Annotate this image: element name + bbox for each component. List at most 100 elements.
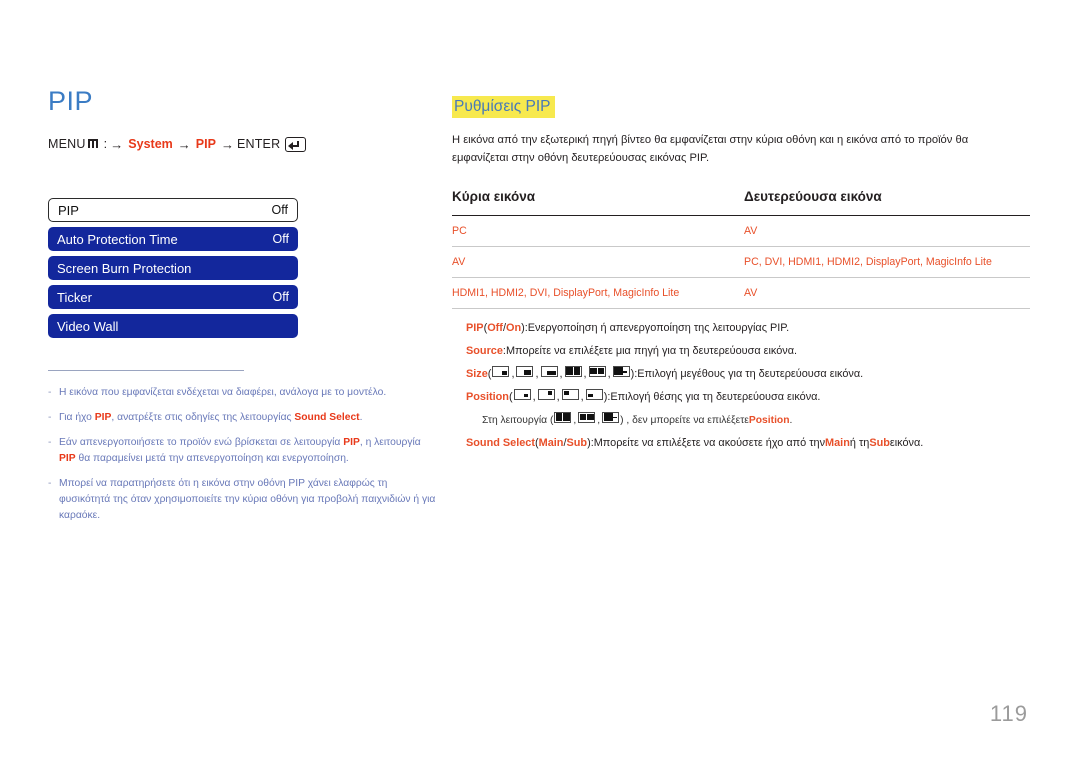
osd-row-value: Off: [271, 202, 288, 217]
breadcrumb-arrow-1: →: [110, 137, 124, 152]
spec-punct: ):: [587, 436, 594, 449]
table-cell-sub: PC, DVI, HDMI1, HDMI2, DisplayPort, Magi…: [744, 246, 1030, 279]
spec-name-pip: PIP: [466, 322, 484, 335]
spec-item-sound-select: Sound Select (Main / Sub): Μπορείτε να ε…: [466, 435, 1030, 452]
footnote-part: .: [359, 411, 363, 423]
spec-punct: (: [487, 367, 492, 380]
osd-menu-panel: PIP Off Auto Protection Time Off Screen …: [48, 198, 298, 338]
breadcrumb-step-system: System: [128, 137, 173, 152]
osd-row-label: Video Wall: [57, 318, 119, 334]
osd-row-value: Off: [272, 231, 289, 246]
spec-item-source: Source: Μπορείτε να επιλέξετε μια πηγή γ…: [466, 343, 1030, 360]
table-header-main-picture: Κύρια εικόνα: [452, 189, 744, 217]
osd-row-label: Ticker: [57, 289, 92, 305]
table-cell-main: PC: [452, 215, 744, 248]
table-cell-main: HDMI1, HDMI2, DVI, DisplayPort, MagicInf…: [452, 277, 744, 310]
footnote-text: Μπορεί να παρατηρήσετε ότι η εικόνα στην…: [59, 476, 440, 524]
pip-size-split-wide-icon: [588, 365, 606, 377]
pip-size-medium-icon: [516, 365, 534, 377]
footnote-text: Εάν απενεργοποιήσετε το προϊόν ενώ βρίσκ…: [59, 435, 440, 467]
osd-row-video-wall[interactable]: Video Wall: [48, 314, 298, 338]
spec-desc-part: εικόνα.: [889, 436, 924, 449]
footnote-item: - Εάν απενεργοποιήσετε το προϊόν ενώ βρί…: [48, 435, 440, 467]
spec-punct: ):: [630, 367, 638, 380]
spec-note-prefix: Στη λειτουργία (: [482, 414, 554, 426]
footnote-item: - Μπορεί να παρατηρήσετε ότι η εικόνα στ…: [48, 476, 440, 524]
footnote-dash: -: [48, 411, 52, 423]
spec-name-size: Size: [466, 367, 488, 380]
footnote-part: , ανατρέξτε στις οδηγίες της λειτουργίας: [111, 411, 295, 423]
source-combination-table: Κύρια εικόνα Δευτερεύουσα εικόνα PC AV A…: [452, 189, 1030, 310]
pip-settings-list: PIP (Off / On): Ενεργοποίηση ή απενεργοπ…: [452, 320, 1030, 451]
footnote-highlight-pip: PIP: [343, 436, 360, 448]
osd-row-label: PIP: [58, 202, 79, 218]
osd-row-auto-protection-time[interactable]: Auto Protection Time Off: [48, 227, 298, 251]
spec-note-middle: ) , δεν μπορείτε να επιλέξετε: [620, 414, 749, 426]
breadcrumb-step-pip: PIP: [195, 137, 216, 152]
footnote-dash: -: [48, 436, 52, 448]
spec-desc-sound-select: Μπορείτε να επιλέξετε να ακούσετε ήχο απ…: [593, 436, 826, 449]
osd-row-screen-burn-protection[interactable]: Screen Burn Protection: [48, 256, 298, 280]
footnote-highlight-pip: PIP: [94, 411, 112, 423]
footnote-part: θα παραμείνει μετά την απενεργοποίηση κα…: [75, 452, 349, 464]
table-header-row: Κύρια εικόνα Δευτερεύουσα εικόνα: [452, 189, 1030, 217]
footnote-item: - Για ήχο PIP, ανατρέξτε στις οδηγίες τη…: [48, 410, 440, 426]
pip-size-pbp-icon: [612, 365, 630, 377]
footnote-part: Εάν απενεργοποιήσετε το προϊόν ενώ βρίσκ…: [59, 436, 344, 448]
spec-desc-pip: Ενεργοποίηση ή απενεργοποίηση της λειτου…: [527, 322, 790, 335]
spec-punct: (: [508, 390, 513, 403]
spec-desc-position: Επιλογή θέσης για τη δευτερεύουσα εικόνα…: [610, 390, 821, 403]
spec-option-main: Main: [538, 436, 564, 449]
spec-desc-source: Μπορείτε να επιλέξετε μια πηγή για τη δε…: [505, 344, 798, 357]
table-cell-sub: AV: [744, 215, 1030, 248]
osd-row-ticker[interactable]: Ticker Off: [48, 285, 298, 309]
pip-position-bottom-right-icon: [513, 388, 531, 400]
enter-return-icon: [285, 137, 307, 152]
breadcrumb-arrow-3: →: [220, 137, 234, 152]
spec-name-position: Position: [466, 390, 509, 403]
table-row: AV PC, DVI, HDMI1, HDMI2, DisplayPort, M…: [452, 246, 1030, 279]
spec-name-sound-select: Sound Select: [466, 436, 535, 449]
footnote-dash: -: [48, 477, 52, 489]
spec-note-position-ref: Position: [748, 414, 790, 426]
spec-name-source: Source: [466, 344, 503, 357]
breadcrumb-menu-label: MENU: [48, 137, 86, 152]
footnote-part: Για ήχο: [59, 411, 95, 423]
spec-option-off: Off: [487, 322, 503, 335]
osd-row-value: Off: [272, 289, 289, 304]
spec-ref-main: Main: [825, 436, 850, 449]
spec-punct: .: [789, 414, 793, 426]
osd-row-pip[interactable]: PIP Off: [48, 198, 298, 222]
spec-desc-part: ή τη: [849, 436, 870, 449]
page-number: 119: [989, 701, 1028, 726]
pip-position-bottom-left-icon: [585, 388, 603, 400]
spec-ref-sub: Sub: [869, 436, 890, 449]
pip-size-split-wide-icon: [578, 411, 596, 423]
left-column: PIP MENU : → System → PIP → ENTER PIP Of…: [48, 88, 440, 533]
footnote-part: , η λειτουργία: [359, 436, 421, 448]
spec-item-pip: PIP (Off / On): Ενεργοποίηση ή απενεργοπ…: [466, 320, 1030, 337]
table-row: PC AV: [452, 215, 1030, 248]
table-row: HDMI1, HDMI2, DVI, DisplayPort, MagicInf…: [452, 277, 1030, 310]
menu-keypad-icon: [87, 139, 101, 150]
spec-option-sub: Sub: [566, 436, 588, 449]
pip-size-pbp-icon: [602, 411, 620, 423]
right-column: Ρυθμίσεις PIP Η εικόνα από την εξωτερική…: [452, 96, 1030, 458]
breadcrumb: MENU : → System → PIP → ENTER: [48, 137, 440, 152]
spec-item-position: Position (,,,): Επιλογή θέσης για τη δευ…: [466, 388, 1030, 406]
spec-option-on: On: [505, 322, 522, 335]
section-description: Η εικόνα από την εξωτερική πηγή βίντεο θ…: [452, 134, 969, 164]
footnote-part: Η εικόνα που εμφανίζεται ενδέχεται να δι…: [59, 387, 387, 398]
pip-position-top-left-icon: [561, 388, 579, 400]
spec-desc-size: Επιλογή μεγέθους για τη δευτερεύουσα εικ…: [637, 367, 864, 380]
pip-size-small-icon: [492, 365, 510, 377]
footnote-highlight-pip: PIP: [59, 452, 76, 464]
osd-row-label: Screen Burn Protection: [57, 260, 192, 276]
pip-size-split-icon: [564, 365, 582, 377]
footnote-divider: [48, 370, 244, 371]
pip-size-split-icon: [554, 411, 572, 423]
spec-punct: ):: [521, 322, 528, 335]
table-cell-main: AV: [452, 246, 744, 279]
pip-size-large-icon: [540, 365, 558, 377]
footnote-part: Μπορεί να παρατηρήσετε ότι η εικόνα στην…: [59, 477, 436, 521]
